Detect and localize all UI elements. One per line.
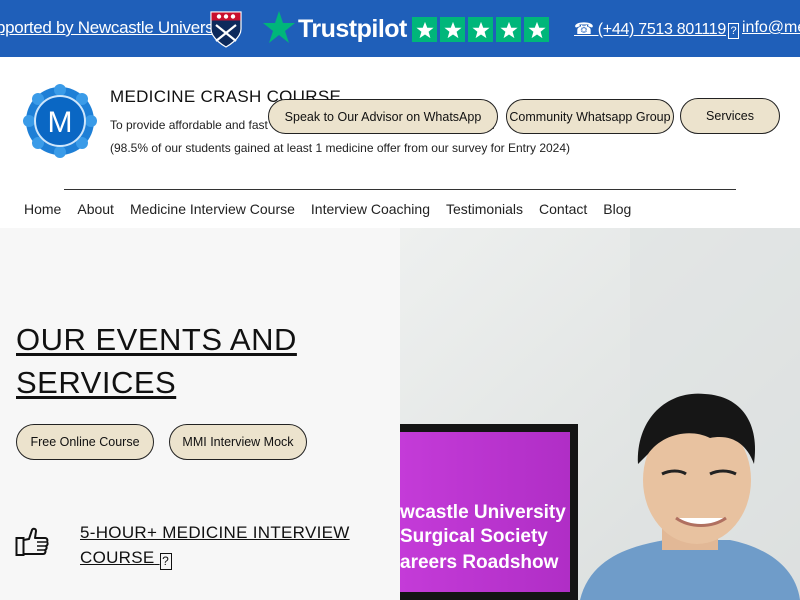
trustpilot-logo-text: Trustpilot [298,15,407,43]
email-text: info@me [742,19,800,36]
thumbs-up-icon [15,527,49,556]
success-stat: (98.5% of our students gained at least 1… [110,141,571,155]
hero-title-line1: OUR EVENTS AND [16,322,297,357]
services-button[interactable]: Services [680,98,780,134]
logo-letter: M [48,106,73,139]
nav-item-blog[interactable]: Blog [603,201,631,217]
nav-item-contact[interactable]: Contact [539,201,587,217]
main-nav: Home About Medicine Interview Course Int… [24,201,631,217]
link-icon: ? [159,553,172,570]
top-bar: pported by Newcastle University Trustpil… [0,0,800,57]
community-whatsapp-button[interactable]: Community Whatsapp Group [506,99,674,134]
nav-item-medicine-interview-course[interactable]: Medicine Interview Course [130,201,295,217]
star-icon [524,17,549,42]
nav-item-interview-coaching[interactable]: Interview Coaching [311,201,430,217]
email-icon: ? [728,23,739,39]
star-icon [440,17,465,42]
screen-text-3: areers Roadshow [400,552,559,573]
logo-icon[interactable]: M [23,84,97,158]
hero-title[interactable]: OUR EVENTS AND SERVICES [16,318,297,404]
whatsapp-advisor-button[interactable]: Speak to Our Advisor on WhatsApp [268,99,498,134]
header-divider [64,189,736,190]
nav-item-home[interactable]: Home [24,201,61,217]
trustpilot-star-icon [263,11,295,43]
university-crest-icon [210,11,242,48]
phone-link[interactable]: ☎ (+44) 7513 801119 [574,19,726,39]
course-link-line1: 5-HOUR+ MEDICINE INTERVIEW [80,523,350,542]
screen-text-1: wcastle University [400,502,566,523]
screen-text-2: Surgical Society [400,526,548,547]
star-icon [412,17,437,42]
tagline-text: To provide affordable and fast [110,118,268,132]
trustpilot-rating[interactable] [412,17,549,42]
mmi-interview-mock-button[interactable]: MMI Interview Mock [169,424,307,460]
event-photo-image: wcastle University Surgical Society aree… [400,228,800,600]
hero-photo: wcastle University Surgical Society aree… [400,228,800,600]
star-icon [496,17,521,42]
course-link-line2: COURSE [80,548,155,567]
interview-course-link[interactable]: 5-HOUR+ MEDICINE INTERVIEW COURSE ? [80,520,350,570]
nav-item-about[interactable]: About [77,201,114,217]
free-online-course-button[interactable]: Free Online Course [16,424,154,460]
nav-item-testimonials[interactable]: Testimonials [446,201,523,217]
supported-by-link[interactable]: pported by Newcastle University [0,18,230,38]
hero-title-line2: SERVICES [16,365,177,400]
star-icon [468,17,493,42]
email-link[interactable]: ? info@me [728,19,800,39]
